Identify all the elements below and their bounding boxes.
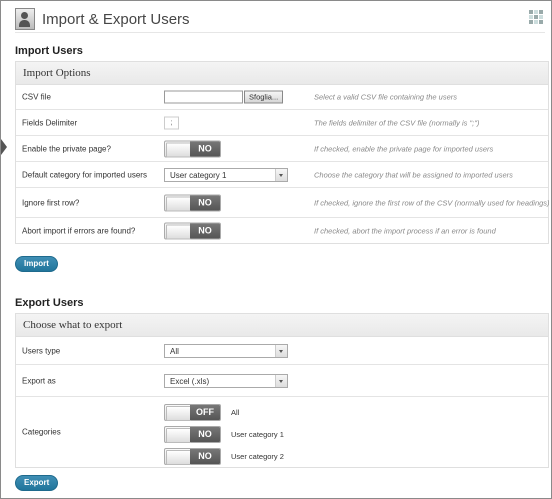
- abort-import-description: If checked, abort the import process if …: [314, 226, 496, 235]
- category-item: NO User category 1: [164, 426, 284, 443]
- default-category-row: Default category for imported users User…: [16, 162, 548, 188]
- export-options-panel: Choose what to export Users type All Exp…: [15, 313, 549, 468]
- export-as-row: Export as Excel (.xls): [16, 365, 548, 397]
- fields-delimiter-input[interactable]: ;: [164, 116, 179, 129]
- ignore-first-row-label: Ignore first row?: [22, 198, 80, 207]
- private-page-row: Enable the private page? NO If checked, …: [16, 136, 548, 162]
- page-header: Import & Export Users: [15, 7, 190, 31]
- abort-import-label: Abort import if errors are found?: [22, 226, 136, 235]
- collapse-arrow-icon[interactable]: [1, 139, 7, 155]
- export-as-select[interactable]: Excel (.xls): [164, 373, 288, 388]
- category-item: OFF All: [164, 404, 284, 421]
- page-title: Import & Export Users: [42, 10, 190, 28]
- export-options-header: Choose what to export: [16, 314, 548, 337]
- default-category-label: Default category for imported users: [22, 170, 147, 179]
- chevron-down-icon: [275, 374, 287, 387]
- categories-row: Categories OFF All NO User category 1 NO…: [16, 397, 548, 467]
- ignore-first-row-row: Ignore first row? NO If checked, ignore …: [16, 188, 550, 218]
- category-all-label: All: [231, 408, 240, 417]
- import-button[interactable]: Import: [15, 256, 58, 272]
- import-section-title: Import Users: [15, 45, 83, 57]
- category-2-label: User category 2: [231, 452, 284, 461]
- users-type-row: Users type All: [16, 337, 548, 365]
- export-button[interactable]: Export: [15, 475, 59, 491]
- fields-delimiter-description: The fields delimiter of the CSV file (no…: [314, 118, 480, 127]
- abort-import-toggle[interactable]: NO: [164, 222, 221, 239]
- import-options-header: Import Options: [16, 62, 548, 85]
- chevron-down-icon: [275, 344, 287, 357]
- user-icon: [15, 8, 35, 30]
- users-type-label: Users type: [22, 346, 61, 355]
- ignore-first-row-description: If checked, ignore the first row of the …: [314, 198, 550, 207]
- private-page-description: If checked, enable the private page for …: [314, 144, 494, 153]
- category-1-label: User category 1: [231, 430, 284, 439]
- categories-label: Categories: [22, 427, 61, 437]
- browse-button[interactable]: Sfoglia...: [244, 90, 284, 104]
- csv-file-label: CSV file: [22, 92, 51, 102]
- users-type-select[interactable]: All: [164, 343, 288, 358]
- csv-file-row: CSV file Sfoglia... Select a valid CSV f…: [16, 85, 548, 110]
- csv-file-description: Select a valid CSV file containing the u…: [314, 92, 457, 102]
- csv-file-input[interactable]: Sfoglia...: [164, 90, 284, 104]
- category-1-toggle[interactable]: NO: [164, 426, 221, 443]
- export-section-title: Export Users: [15, 297, 84, 309]
- private-page-label: Enable the private page?: [22, 144, 111, 153]
- import-options-panel: Import Options CSV file Sfoglia... Selec…: [15, 61, 550, 244]
- chevron-down-icon: [275, 168, 287, 181]
- csv-file-path[interactable]: [164, 90, 243, 104]
- category-item: NO User category 2: [164, 448, 284, 465]
- category-all-toggle[interactable]: OFF: [164, 404, 221, 421]
- grid-icon[interactable]: [529, 10, 543, 24]
- category-2-toggle[interactable]: NO: [164, 448, 221, 465]
- private-page-toggle[interactable]: NO: [164, 140, 221, 157]
- default-category-select[interactable]: User category 1: [164, 167, 288, 182]
- app-window: Import & Export Users Import Users Impor…: [0, 0, 552, 499]
- export-as-label: Export as: [22, 376, 56, 385]
- ignore-first-row-toggle[interactable]: NO: [164, 194, 221, 211]
- default-category-description: Choose the category that will be assigne…: [314, 170, 513, 179]
- categories-list: OFF All NO User category 1 NO User categ…: [164, 404, 284, 470]
- abort-import-row: Abort import if errors are found? NO If …: [16, 218, 548, 243]
- fields-delimiter-row: Fields Delimiter ; The fields delimiter …: [16, 110, 548, 136]
- fields-delimiter-label: Fields Delimiter: [22, 118, 78, 127]
- title-divider: [15, 32, 545, 33]
